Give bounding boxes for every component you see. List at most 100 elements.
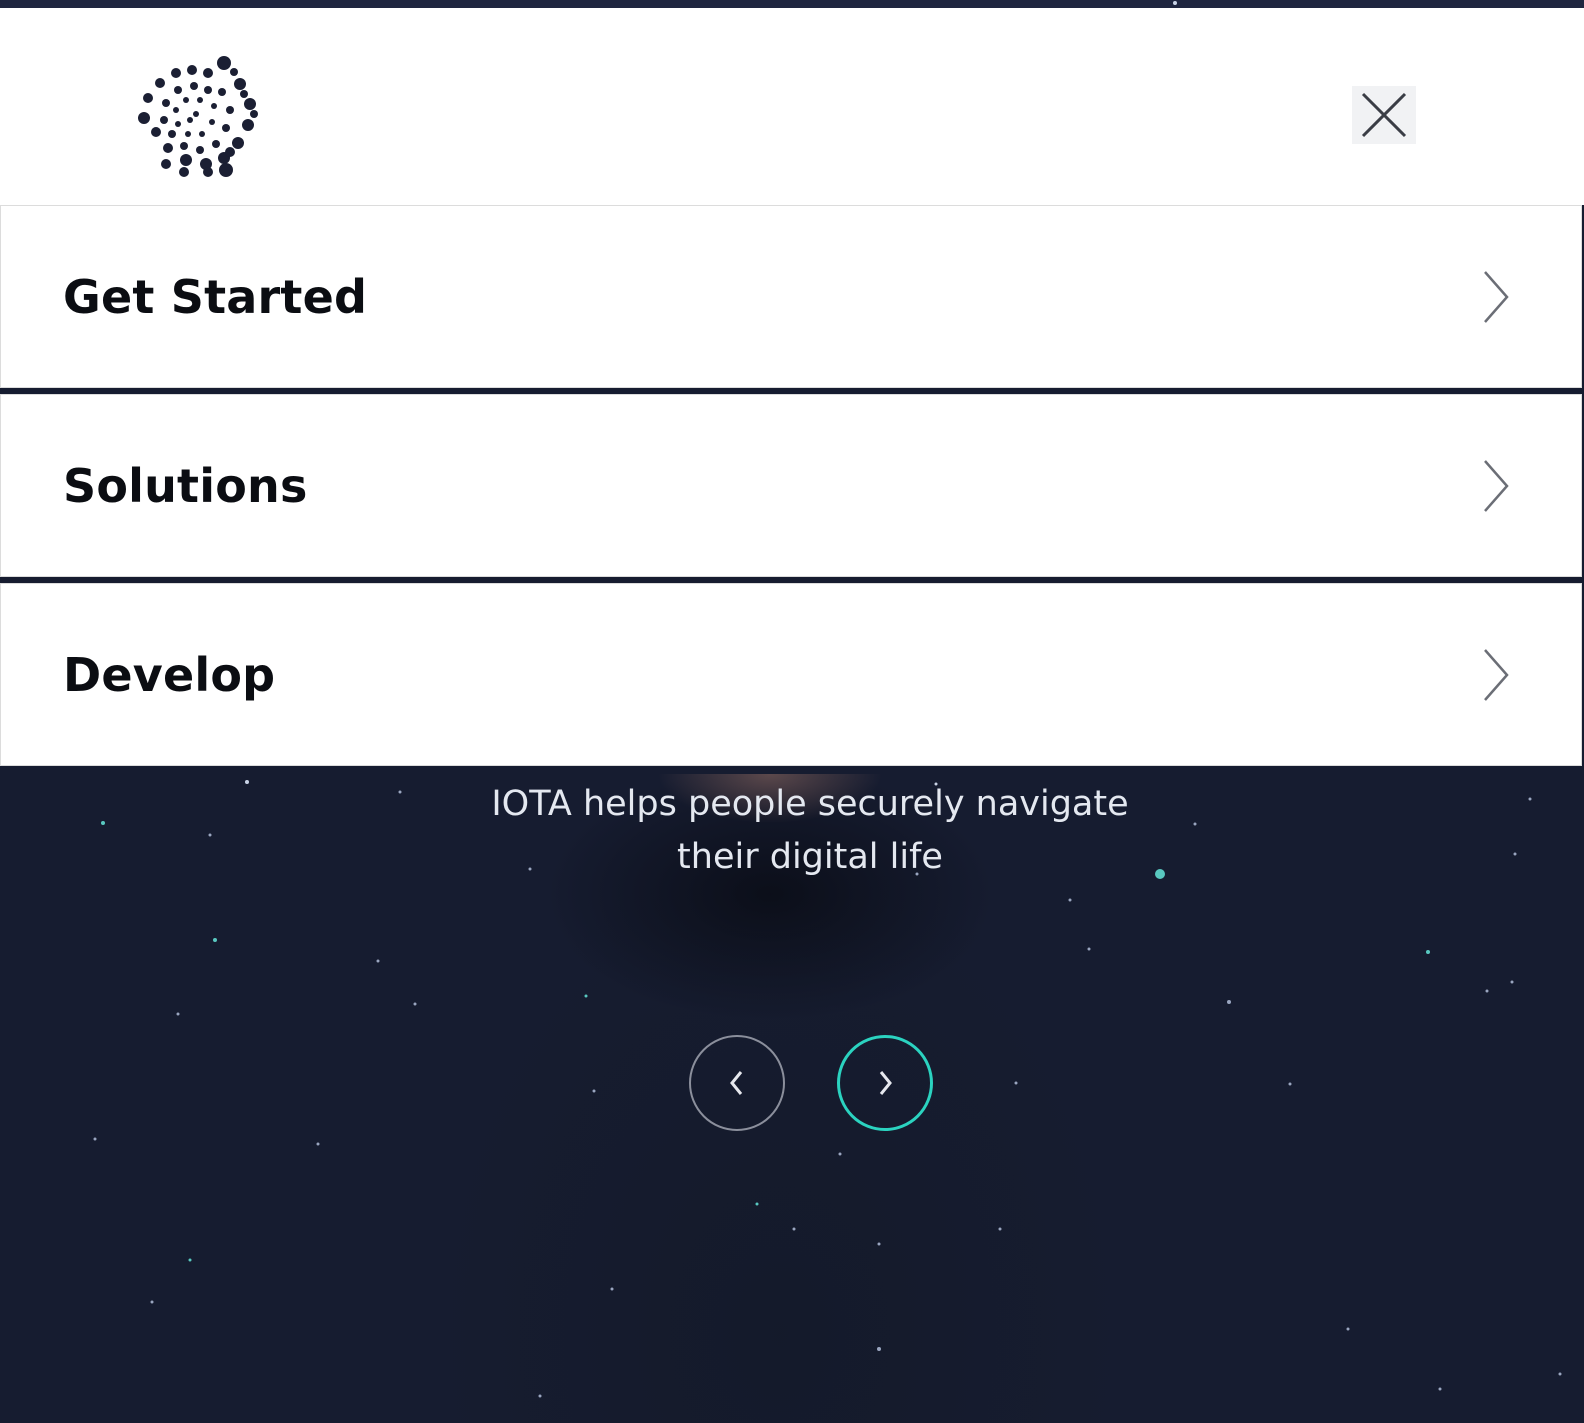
- star-dot: [188, 1258, 192, 1262]
- star-dot: [1510, 980, 1514, 984]
- star-dot: [1426, 950, 1430, 954]
- logo-dot: [163, 143, 173, 153]
- logo-dot: [226, 106, 234, 114]
- star-dot: [1513, 852, 1517, 856]
- logo-dot: [196, 146, 204, 154]
- menu-item-label: Get Started: [63, 269, 368, 324]
- star-dot: [1346, 1327, 1350, 1331]
- logo-dot: [199, 131, 205, 137]
- logo-dot: [155, 78, 165, 88]
- logo-dot: [234, 78, 246, 90]
- carousel-prev-button[interactable]: [689, 1035, 785, 1131]
- logo-dot: [175, 121, 181, 127]
- star-dot: [1068, 898, 1072, 902]
- logo-dot: [203, 68, 213, 78]
- menu-item-solutions[interactable]: Solutions: [0, 394, 1582, 577]
- star-dot: [101, 821, 105, 825]
- close-icon: [1361, 92, 1407, 138]
- star-dot: [538, 1394, 542, 1398]
- star-dot: [1558, 1372, 1562, 1376]
- logo-dot: [138, 112, 150, 124]
- logo-dot: [187, 117, 193, 123]
- star-dot: [838, 1152, 842, 1156]
- hero-tagline: IOTA helps people securely navigate thei…: [440, 778, 1180, 884]
- top-strip: [0, 0, 1584, 8]
- star-dot: [376, 959, 380, 963]
- hero-tagline-line-1: IOTA helps people securely navigate: [491, 784, 1129, 824]
- star-dot: [1528, 797, 1532, 801]
- logo-dot: [190, 82, 198, 90]
- logo-dot: [250, 110, 258, 118]
- logo-dot: [212, 140, 220, 148]
- star-dot: [610, 1287, 614, 1291]
- logo-dot: [168, 130, 176, 138]
- close-menu-button[interactable]: [1352, 86, 1416, 144]
- star-dot: [316, 1142, 320, 1146]
- logo-dot: [185, 131, 191, 137]
- logo-dot: [143, 93, 153, 103]
- logo-dot: [180, 142, 188, 150]
- star-dot: [792, 1227, 796, 1231]
- logo-dot: [240, 90, 248, 98]
- star-dot: [755, 1202, 759, 1206]
- star-dot: [998, 1227, 1002, 1231]
- star-dot: [1193, 822, 1197, 826]
- menu-item-label: Solutions: [63, 458, 308, 513]
- logo-dot: [230, 68, 238, 76]
- star-dot: [877, 1347, 881, 1351]
- logo-dot: [219, 163, 233, 177]
- star-dot: [1014, 1081, 1018, 1085]
- menu-item-label: Develop: [63, 647, 276, 702]
- iota-logo-icon[interactable]: [126, 48, 266, 178]
- logo-dot: [203, 167, 213, 177]
- logo-dot: [209, 119, 215, 125]
- chevron-right-icon: [1484, 648, 1509, 701]
- logo-dot: [217, 56, 231, 70]
- star-dot: [584, 994, 588, 998]
- star-dot: [592, 1089, 596, 1093]
- logo-dot: [211, 103, 217, 109]
- chevron-left-icon: [730, 1071, 743, 1095]
- star-dot: [398, 790, 402, 794]
- logo-dot: [180, 154, 192, 166]
- logo-dot: [218, 88, 226, 96]
- hero-section: IOTA helps people securely navigate thei…: [0, 774, 1584, 1423]
- logo-dot: [197, 97, 203, 103]
- logo-dot: [242, 119, 254, 131]
- chevron-right-icon: [1484, 270, 1509, 323]
- logo-dot: [171, 68, 181, 78]
- star-dot: [1438, 1387, 1442, 1391]
- menu-header: [0, 8, 1584, 205]
- menu-item-get-started[interactable]: Get Started: [0, 205, 1582, 388]
- star-dot: [93, 1137, 97, 1141]
- chevron-right-icon: [879, 1071, 892, 1095]
- logo-dot: [161, 159, 171, 169]
- logo-dot: [173, 107, 179, 113]
- logo-dot: [183, 97, 189, 103]
- hero-tagline-line-2: their digital life: [677, 837, 943, 877]
- logo-dot: [187, 65, 197, 75]
- logo-dot: [151, 127, 161, 137]
- logo-dot: [179, 167, 189, 177]
- logo-dot: [204, 86, 212, 94]
- logo-dot: [162, 99, 170, 107]
- star-dot: [176, 1012, 180, 1016]
- star-dot: [150, 1300, 154, 1304]
- star-dot: [1227, 1000, 1231, 1004]
- star-dot: [877, 1242, 881, 1246]
- logo-dot: [193, 111, 199, 117]
- star-dot: [208, 833, 212, 837]
- star-dot: [245, 780, 249, 784]
- star-dot: [1087, 947, 1091, 951]
- star-dot: [213, 938, 217, 942]
- logo-dot: [244, 98, 256, 110]
- logo-dot: [225, 147, 235, 157]
- star-dot: [1288, 1082, 1292, 1086]
- star-dot: [1173, 1, 1177, 5]
- logo-dot: [222, 124, 230, 132]
- star-dot: [413, 1002, 417, 1006]
- carousel-next-button[interactable]: [837, 1035, 933, 1131]
- chevron-right-icon: [1484, 459, 1509, 512]
- menu-item-develop[interactable]: Develop: [0, 583, 1582, 766]
- star-dot: [1485, 989, 1489, 993]
